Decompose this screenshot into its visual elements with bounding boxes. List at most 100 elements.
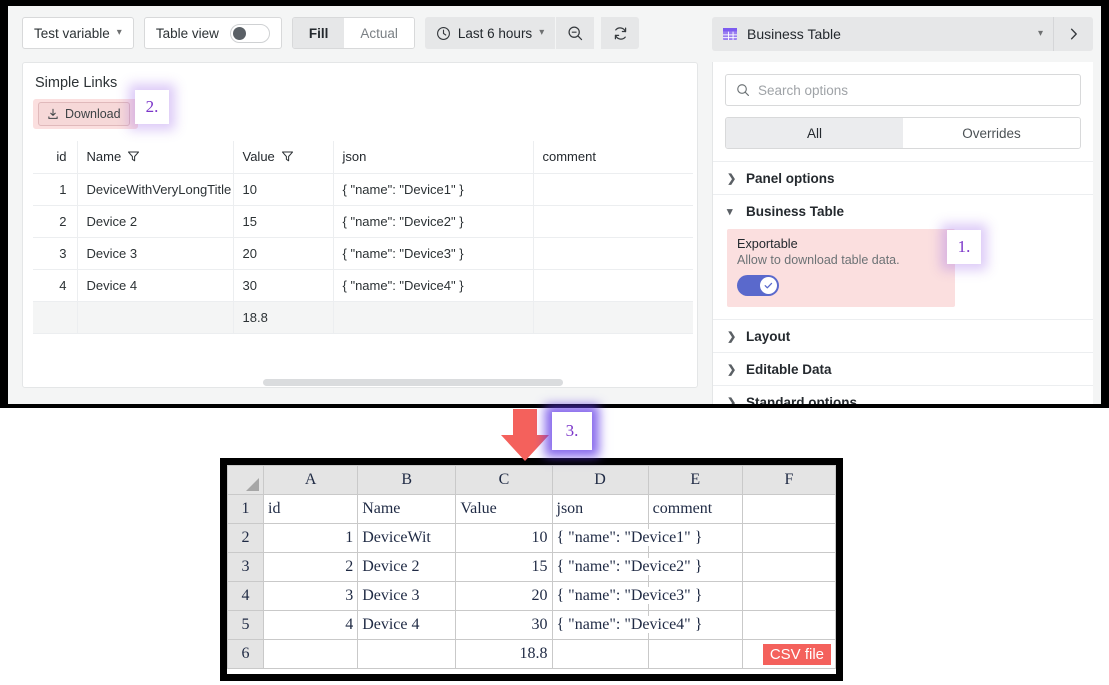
row-header-2[interactable]: 2 [228,524,264,553]
cell-d1[interactable]: json [552,495,648,524]
footer-cell-id [33,301,77,333]
section-layout[interactable]: ❯ Layout [713,319,1093,352]
section-standard-options[interactable]: ❯ Standard options [713,385,1093,404]
time-range-picker[interactable]: Last 6 hours ▾ [425,17,555,49]
cell-f3[interactable] [742,553,835,582]
row-header-3[interactable]: 3 [228,553,264,582]
table-view-switch[interactable] [230,24,270,43]
filter-icon[interactable] [127,150,140,163]
chevron-down-icon[interactable]: ▾ [1038,29,1043,39]
cell-name[interactable]: Device 2 [77,205,233,237]
exportable-toggle[interactable] [737,275,779,296]
select-all-corner[interactable] [228,466,264,495]
panel-type-selector[interactable]: Business Table ▾ [712,17,1053,51]
cell-a6[interactable] [264,640,358,669]
row-header-1[interactable]: 1 [228,495,264,524]
column-header-comment[interactable]: comment [533,141,693,173]
cell-a5[interactable]: 4 [264,611,358,640]
panel-title: Business Table [747,26,1029,42]
cell-name[interactable]: Device 4 [77,269,233,301]
table-row[interactable]: 2 Device 2 15 { "name": "Device2" } [33,205,693,237]
column-header-b[interactable]: B [358,466,456,495]
search-options-field[interactable]: Search options [725,74,1081,106]
cell-e6[interactable] [648,640,742,669]
cell-d6[interactable] [552,640,648,669]
refresh-button[interactable] [601,17,639,49]
cell-c2[interactable]: 10 [456,524,552,553]
cell-d3-text: { "name": "Device2" } [557,558,705,575]
cell-c3[interactable]: 15 [456,553,552,582]
cell-d5[interactable]: { "name": "Device4" } [552,611,648,640]
exportable-description: Allow to download table data. [737,253,945,267]
row-header-5[interactable]: 5 [228,611,264,640]
column-header-json[interactable]: json [333,141,533,173]
section-editable-data[interactable]: ❯ Editable Data [713,352,1093,385]
cell-c5[interactable]: 30 [456,611,552,640]
cell-f1[interactable] [742,495,835,524]
cell-b1[interactable]: Name [358,495,456,524]
cell-d3[interactable]: { "name": "Device2" } [552,553,648,582]
cell-a1[interactable]: id [264,495,358,524]
cell-d4[interactable]: { "name": "Device3" } [552,582,648,611]
cell-b2[interactable]: DeviceWit [358,524,456,553]
cell-id: 1 [33,173,77,205]
column-header-name[interactable]: Name [77,141,233,173]
column-header-value[interactable]: Value [233,141,333,173]
options-filter-tabs: All Overrides [725,117,1081,149]
cell-value: 15 [233,205,333,237]
fill-actual-segmented-control[interactable]: Fill Actual [292,17,415,49]
horizontal-scrollbar[interactable] [263,379,563,386]
actual-button[interactable]: Actual [344,18,414,48]
spreadsheet-row: 5 4 Device 4 30 { "name": "Device4" } [228,611,836,640]
cell-e1[interactable]: comment [648,495,742,524]
spreadsheet-column-headers: A B C D E F [228,466,836,495]
cell-b5[interactable]: Device 4 [358,611,456,640]
cell-b4[interactable]: Device 3 [358,582,456,611]
spreadsheet: A B C D E F 1 id Name Value json comment [227,465,836,674]
table-view-toggle[interactable]: Table view [144,17,282,49]
cell-a2[interactable]: 1 [264,524,358,553]
row-header-6[interactable]: 6 [228,640,264,669]
cell-a4[interactable]: 3 [264,582,358,611]
download-button[interactable]: Download [38,102,130,126]
cell-name[interactable]: DeviceWithVeryLongTitle [77,173,233,205]
cell-c1[interactable]: Value [456,495,552,524]
column-header-id[interactable]: id [33,141,77,173]
grafana-screenshot-crop: Test variable ▾ Table view Fill Actual L… [0,0,1109,408]
cell-c4[interactable]: 20 [456,582,552,611]
tab-all[interactable]: All [726,118,903,148]
chevron-right-icon: ❯ [727,363,735,376]
cell-name[interactable]: Device 3 [77,237,233,269]
row-header-4[interactable]: 4 [228,582,264,611]
table-row[interactable]: 1 DeviceWithVeryLongTitle 10 { "name": "… [33,173,693,205]
zoom-out-button[interactable] [556,17,594,49]
cell-d2[interactable]: { "name": "Device1" } [552,524,648,553]
cell-c6[interactable]: 18.8 [456,640,552,669]
collapse-options-button[interactable] [1053,17,1093,51]
cell-d5-text: { "name": "Device4" } [557,616,705,633]
chevron-down-icon: ▾ [727,205,735,218]
cell-f4[interactable] [742,582,835,611]
column-header-d[interactable]: D [552,466,648,495]
panel-editor-header: Business Table ▾ [712,17,1093,51]
cell-b6[interactable] [358,640,456,669]
table-row[interactable]: 3 Device 3 20 { "name": "Device3" } [33,237,693,269]
column-header-a[interactable]: A [264,466,358,495]
cell-f2[interactable] [742,524,835,553]
section-panel-options[interactable]: ❯ Panel options [713,161,1093,194]
column-header-f[interactable]: F [742,466,835,495]
annotation-badge-3: 3. [552,412,592,450]
cell-f5[interactable] [742,611,835,640]
filter-icon[interactable] [281,150,294,163]
column-header-e[interactable]: E [648,466,742,495]
section-business-table[interactable]: ▾ Business Table [713,194,1093,227]
variable-dropdown[interactable]: Test variable ▾ [22,17,134,49]
fill-button[interactable]: Fill [293,18,345,48]
column-header-c[interactable]: C [456,466,552,495]
cell-json: { "name": "Device4" } [333,269,533,301]
cell-f6[interactable]: CSV file [742,640,835,669]
cell-a3[interactable]: 2 [264,553,358,582]
table-row[interactable]: 4 Device 4 30 { "name": "Device4" } [33,269,693,301]
cell-b3[interactable]: Device 2 [358,553,456,582]
tab-overrides[interactable]: Overrides [903,118,1080,148]
